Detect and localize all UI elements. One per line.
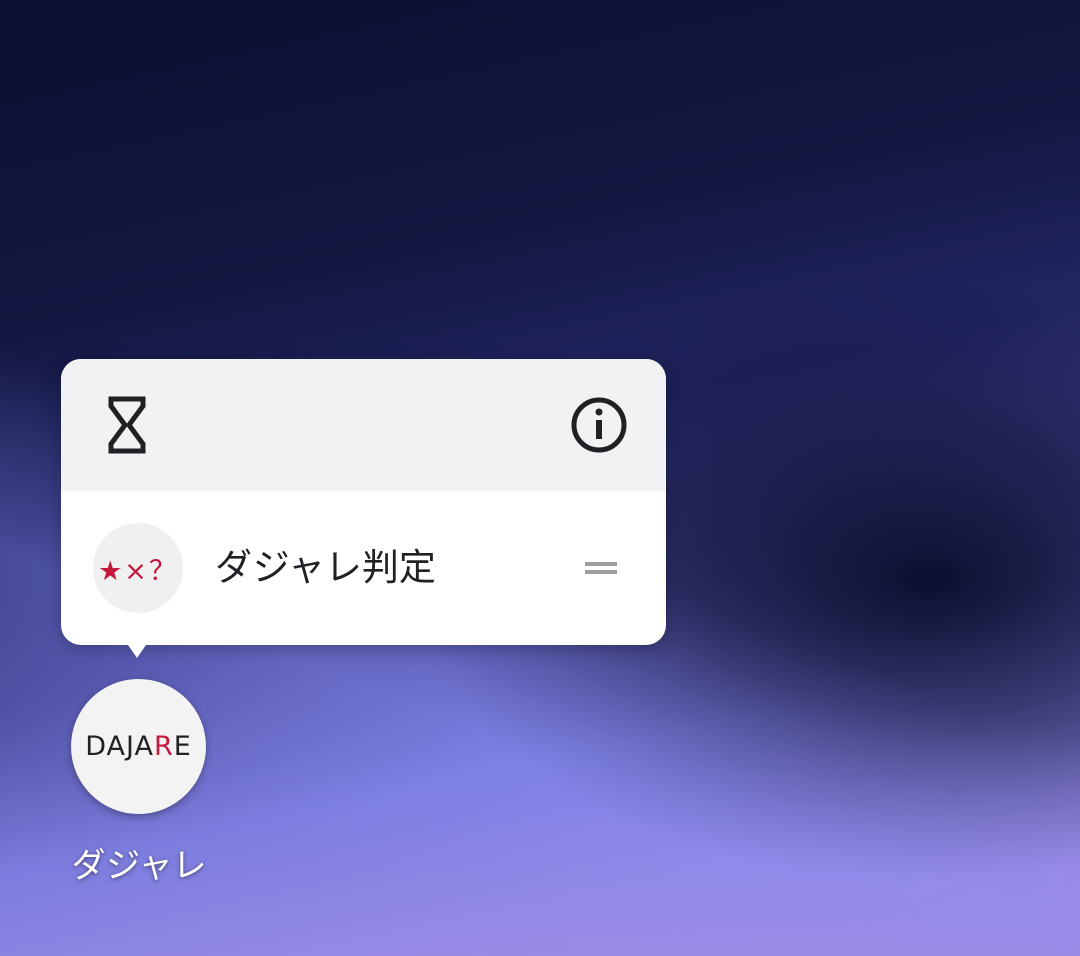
logo-text-accent: R xyxy=(153,731,174,762)
shortcut-item[interactable]: ★×？ ダジャレ判定 xyxy=(61,491,666,645)
pause-app-button[interactable] xyxy=(91,389,163,461)
app-logo: DAJARE xyxy=(85,731,192,762)
hourglass-icon xyxy=(108,396,146,454)
shortcut-icon: ★×？ xyxy=(93,523,183,613)
logo-text-post: E xyxy=(173,731,192,762)
app-icon-dajare[interactable]: DAJARE xyxy=(71,679,206,814)
app-name-label: ダジャレ xyxy=(71,846,207,886)
drag-handle[interactable] xyxy=(576,546,626,590)
app-shortcut-popup: ★×？ ダジャレ判定 xyxy=(61,359,666,645)
shortcut-label: ダジャレ判定 xyxy=(215,546,436,589)
popup-pointer xyxy=(126,642,148,658)
popup-header xyxy=(61,359,666,491)
drag-handle-icon xyxy=(585,562,617,574)
app-info-button[interactable] xyxy=(563,389,635,461)
logo-text-pre: DAJA xyxy=(85,731,154,762)
info-icon xyxy=(571,397,627,453)
